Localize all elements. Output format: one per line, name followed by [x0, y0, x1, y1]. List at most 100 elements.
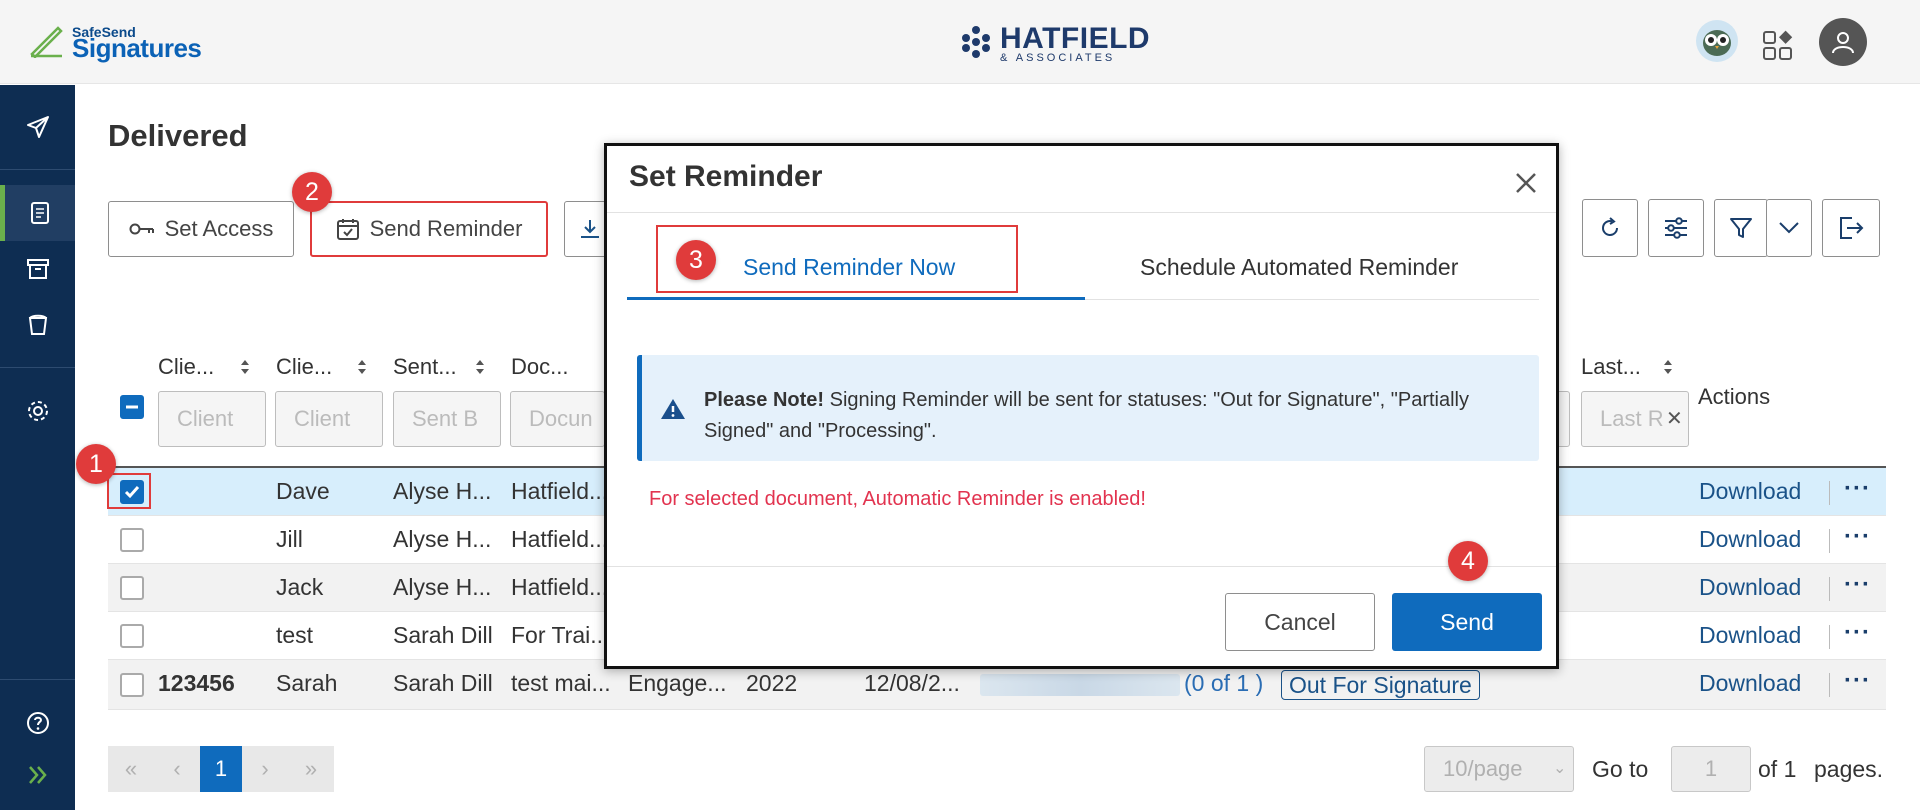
- close-icon[interactable]: [1513, 170, 1539, 196]
- owl-avatar-icon[interactable]: [1696, 20, 1738, 62]
- annotation-badge-1: 1: [76, 444, 116, 484]
- cell-document: For Trai...: [511, 622, 610, 648]
- row-checkbox[interactable]: [120, 528, 144, 552]
- download-link[interactable]: Download: [1699, 622, 1801, 649]
- company-logo-icon: [962, 26, 990, 58]
- annotation-badge-3: 3: [676, 240, 716, 280]
- header-client-name[interactable]: Clie...: [276, 354, 332, 380]
- company-sub: & ASSOCIATES: [1000, 52, 1116, 64]
- page-count-label: of 1: [1758, 756, 1797, 782]
- more-actions-icon[interactable]: ···: [1844, 523, 1871, 551]
- annotation-badge-4: 4: [1448, 541, 1488, 581]
- download-link[interactable]: Download: [1699, 670, 1801, 697]
- download-link[interactable]: Download: [1699, 478, 1801, 505]
- sidebar-help[interactable]: [0, 695, 75, 751]
- active-tab-indicator: [627, 297, 1085, 300]
- tab-schedule-automated[interactable]: Schedule Automated Reminder: [1140, 254, 1458, 281]
- send-button[interactable]: Send: [1392, 593, 1542, 651]
- cell-type: Engage...: [628, 670, 727, 696]
- sort-icon[interactable]: [1663, 358, 1673, 376]
- more-actions-icon[interactable]: ···: [1844, 667, 1871, 695]
- filter-sent-by[interactable]: Sent B: [393, 391, 501, 447]
- refresh-button[interactable]: [1582, 199, 1638, 257]
- blurred-redaction: [980, 674, 1180, 696]
- filter-button[interactable]: [1714, 199, 1768, 257]
- cell-sent-by: Alyse H...: [393, 526, 492, 552]
- sidebar-recycle[interactable]: [0, 297, 75, 353]
- filter-last-reminder[interactable]: Last R ✕: [1581, 391, 1689, 447]
- sidebar: [0, 85, 75, 810]
- cell-client-name: Jack: [276, 574, 324, 600]
- status-badge: Out For Signature: [1281, 670, 1480, 700]
- cell-signed-count: (0 of 1 ): [1184, 670, 1264, 696]
- annotation-box-1: [107, 473, 151, 509]
- archive-icon: [26, 259, 49, 279]
- row-checkbox[interactable]: [120, 624, 144, 648]
- set-access-button[interactable]: Set Access: [108, 201, 294, 257]
- sidebar-delivered[interactable]: [0, 185, 75, 241]
- apps-grid-icon[interactable]: [1762, 30, 1794, 62]
- next-page-icon[interactable]: ›: [242, 746, 288, 792]
- sort-icon[interactable]: [475, 358, 485, 376]
- last-page-icon[interactable]: »: [288, 746, 334, 792]
- sidebar-archive[interactable]: [0, 241, 75, 297]
- automatic-reminder-warning: For selected document, Automatic Reminde…: [649, 488, 1146, 510]
- go-to-label: Go to: [1592, 756, 1649, 782]
- sort-icon[interactable]: [240, 358, 250, 376]
- select-all-checkbox[interactable]: [120, 395, 144, 419]
- export-button[interactable]: [1822, 199, 1880, 257]
- dialog-title: Set Reminder: [629, 160, 823, 193]
- warning-icon: [661, 399, 685, 419]
- download-icon: [581, 220, 599, 238]
- minus-icon: [126, 405, 138, 409]
- first-page-icon[interactable]: «: [108, 746, 154, 792]
- download-link[interactable]: Download: [1699, 574, 1801, 601]
- brand-name: Signatures: [72, 33, 202, 63]
- prev-page-icon[interactable]: ‹: [154, 746, 200, 792]
- more-actions-icon[interactable]: ···: [1844, 619, 1871, 647]
- filter-dropdown-button[interactable]: [1766, 199, 1812, 257]
- export-icon: [1840, 217, 1864, 239]
- sidebar-send[interactable]: [0, 99, 75, 155]
- trash-icon: [28, 314, 47, 335]
- chevrons-right-icon: [28, 766, 47, 784]
- go-to-input[interactable]: 1: [1671, 746, 1751, 792]
- row-checkbox[interactable]: [120, 673, 144, 697]
- sidebar-expand[interactable]: [0, 747, 75, 803]
- send-reminder-button[interactable]: Send Reminder: [310, 201, 548, 257]
- more-actions-icon[interactable]: ···: [1844, 571, 1871, 599]
- pages-label: pages.: [1814, 756, 1884, 782]
- page-current[interactable]: 1: [200, 746, 242, 792]
- annotation-badge-2: 2: [292, 172, 332, 212]
- note-text: Please Note! Signing Reminder will be se…: [704, 385, 1524, 447]
- sort-icon[interactable]: [357, 358, 367, 376]
- header-document[interactable]: Doc...: [511, 354, 568, 380]
- cancel-button[interactable]: Cancel: [1225, 593, 1375, 651]
- header-last-reminder[interactable]: Last...: [1581, 354, 1641, 380]
- column-settings-button[interactable]: [1648, 199, 1704, 257]
- clear-icon[interactable]: ✕: [1666, 392, 1683, 446]
- row-checkbox[interactable]: [120, 576, 144, 600]
- header-sent-by[interactable]: Sent...: [393, 354, 457, 380]
- filter-icon: [1730, 218, 1752, 238]
- header-actions: Actions: [1698, 384, 1771, 409]
- filter-document[interactable]: Docun: [510, 391, 605, 447]
- cell-client-name: test: [276, 622, 314, 648]
- calendar-check-icon: [336, 219, 359, 240]
- cell-document: Hatfield...: [511, 574, 609, 600]
- cell-sent-by: Sarah Dill: [393, 670, 493, 696]
- per-page-select[interactable]: 10/page ⌄: [1424, 746, 1574, 792]
- company-name: HATFIELD: [1000, 22, 1151, 55]
- set-reminder-dialog: Set Reminder Send Reminder Now Schedule …: [604, 143, 1559, 669]
- header-client-id[interactable]: Clie...: [158, 354, 214, 380]
- download-link[interactable]: Download: [1699, 526, 1801, 553]
- send-reminder-label: Send Reminder: [369, 216, 523, 241]
- cell-client-name: Dave: [276, 478, 330, 504]
- set-access-label: Set Access: [164, 216, 274, 241]
- sidebar-settings[interactable]: [0, 383, 75, 439]
- key-icon: [129, 223, 154, 235]
- filter-client-id[interactable]: Client: [158, 391, 266, 447]
- filter-client-name[interactable]: Client: [275, 391, 383, 447]
- user-avatar-icon[interactable]: [1819, 18, 1867, 66]
- more-actions-icon[interactable]: ···: [1844, 475, 1871, 503]
